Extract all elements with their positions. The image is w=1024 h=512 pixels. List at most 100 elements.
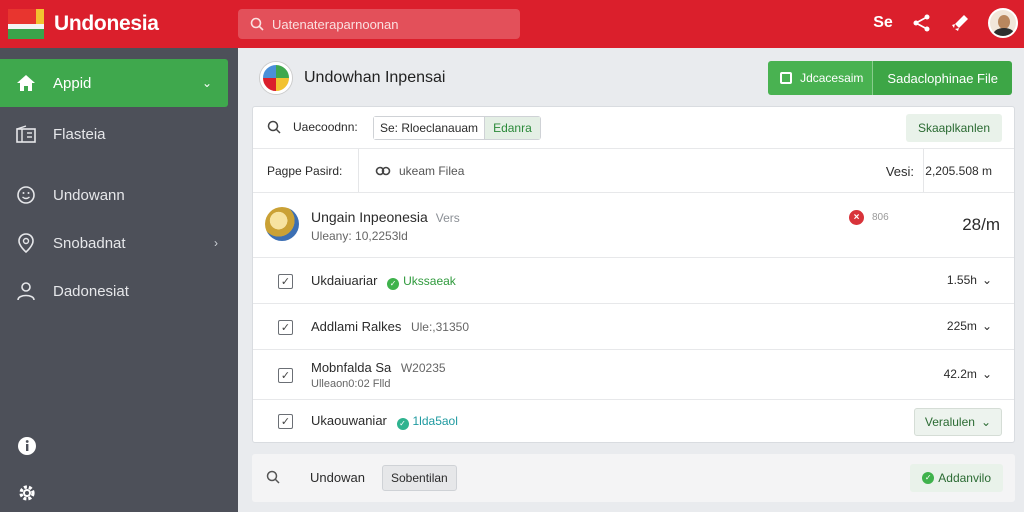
filter-chip[interactable]: Se: Rloeclanauam [374,117,485,139]
total-size: 2,205.508 m [925,164,992,178]
location-pin-icon [16,233,36,253]
list-item-value[interactable]: 225m ⌄ [947,319,992,333]
add-button[interactable]: ✓ Addanvilo [910,464,1003,492]
split-button-left[interactable]: Jdcacesaim [768,61,874,95]
files-link[interactable]: ukeam Filea [375,164,464,178]
gear-icon[interactable] [16,482,38,504]
close-icon[interactable]: × [849,210,864,225]
sidebar-item-snobadnat[interactable]: Snobadnat › [0,219,238,267]
apply-filter-button[interactable]: Skaaplkanlen [905,114,1002,142]
link-icon [375,166,391,176]
item-status: × 806 [849,210,889,225]
top-badge-text[interactable]: Se [872,14,894,32]
list-item-value[interactable]: 1.55h ⌄ [947,273,992,287]
value-text: 42.2m [943,367,977,381]
status-badge-text: Ukssaeak [403,274,456,288]
list-item[interactable]: ✓ Mobnfalda Sa W20235 Ulleaon0:02 Flld 4… [253,350,1014,400]
checkbox[interactable]: ✓ [278,274,293,289]
check-icon: ✓ [922,472,935,484]
version-label: Vesi: [885,164,914,179]
app-logo[interactable]: Undonesia [0,9,238,39]
check-icon: ✓ [387,278,400,290]
version-select[interactable]: Veralulen ⌄ [913,408,1002,436]
filter-chip-selected[interactable]: Edanra [484,117,540,139]
sidebar-item-label: Dadonesiat [53,282,129,300]
top-bar: Undonesia Uatenateraparnoonan Se [0,0,1024,48]
chevron-down-icon: ⌄ [981,367,992,381]
brand-name: Undonesia [54,12,159,35]
item-thumbnail [265,207,299,241]
list-item[interactable]: ✓ Addlami Ralkes Ule:,31350 225m ⌄ [253,304,1014,350]
divider [358,149,359,192]
filter-label: Uaecoodnn: [267,120,358,134]
item-version: Vers [435,211,460,225]
value-text: 225m [946,319,977,333]
list-item-subtitle: Ulleaon0:02 Flld [311,378,391,390]
list-item[interactable]: ✓ Ukdaiuariar ✓ Ukssaeak 1.55h ⌄ [253,258,1014,304]
search-icon [267,120,281,134]
status-badge: ✓ 1lda5aol [396,414,458,430]
sidebar-item-undowann[interactable]: Undowann [0,171,238,219]
split-button-right[interactable]: Sadaclophinae File [873,61,1012,95]
chevron-down-icon: ⌄ [981,273,992,287]
smile-icon [16,185,36,205]
list-item-title-text: Addlami Ralkes [311,319,402,334]
user-icon [16,281,36,301]
home-icon [16,73,36,93]
checkbox[interactable]: ✓ [278,368,293,383]
search-icon[interactable] [266,470,280,484]
list-item[interactable]: ✓ Ukaouwaniar ✓ 1lda5aol Veralulen ⌄ [253,400,1014,444]
search-placeholder: Uatenateraparnoonan [272,16,399,32]
avatar[interactable] [988,8,1018,38]
select-value: Veralulen [924,415,975,429]
share-icon[interactable] [912,13,932,33]
value-text: 1.55h [946,273,977,287]
item-big-value: 28/m [962,215,1000,234]
chevron-down-icon: ⌄ [981,319,992,333]
list-item-title: Ukdaiuariar ✓ Ukssaeak [311,273,456,290]
item-status-text: 806 [872,212,889,223]
chevron-right-icon: › [214,236,218,250]
list-item-value[interactable]: 42.2m ⌄ [944,367,992,381]
download-icon [780,72,793,84]
main-card: Uaecoodnn: Se: Rloeclanauam Edanra Skaap… [252,106,1015,443]
list-item-title: Mobnfalda Sa W20235 [311,360,446,375]
status-badge: ✓ Ukssaeak [387,274,456,290]
status-badge-text: W20235 [400,361,446,375]
list-item-title-text: Ukaouwaniar [311,413,387,428]
checkbox[interactable]: ✓ [278,320,293,335]
download-split-button[interactable]: Jdcacesaim Sadaclophinae File [768,61,1012,95]
building-icon [16,124,36,144]
flag-icon [8,9,44,39]
submit-button[interactable]: Sobentilan [382,465,457,491]
split-right-label: Sadaclophinae File [887,70,998,86]
add-button-label: Addanvilo [938,471,991,485]
item-header[interactable]: Ungain Inpeonesia Vers Uleany: 10,2253ld … [253,193,1014,258]
filter-chip-group[interactable]: Se: Rloeclanauam Edanra [373,116,541,140]
sidebar-item-appid[interactable]: Appid ⌄ [0,59,228,107]
checkbox[interactable]: ✓ [278,414,293,429]
list-item-title: Addlami Ralkes Ule:,31350 [311,319,469,334]
main-content: Undowhan Inpensai Jdcacesaim Sadaclophin… [238,48,1024,512]
sidebar-item-label: Undowann [53,186,125,204]
item-name-text: Ungain Inpeonesia [311,209,428,225]
search-icon [250,17,264,31]
chevron-down-icon: ⌄ [980,415,991,429]
page-title: Undowhan Inpensai [304,69,446,86]
sidebar-item-dadonesiat[interactable]: Dadonesiat [0,267,238,315]
split-left-label: Jdcacesaim [800,71,864,85]
footer-label: Undowan [310,470,365,485]
rocket-icon[interactable] [950,13,970,33]
status-badge-text: 1lda5aol [412,414,458,428]
item-name: Ungain Inpeonesia Vers [311,209,460,225]
top-actions: Se [872,8,1018,38]
search-input[interactable]: Uatenateraparnoonan [238,9,520,39]
filter-row: Uaecoodnn: Se: Rloeclanauam Edanra Skaap… [253,107,1014,149]
sidebar-item-flasteia[interactable]: Flasteia [0,110,238,158]
page-info-row: Pagpe Pasird: ukeam Filea Vesi: 2,205.50… [253,149,1014,193]
sidebar: Appid ⌄ Flasteia Undowann Snobadnat › Da… [0,48,238,512]
sidebar-item-label: Flasteia [53,125,106,143]
list-item-title: Ukaouwaniar ✓ 1lda5aol [311,413,458,430]
app-badge-icon [260,62,292,94]
info-icon[interactable] [16,435,38,457]
